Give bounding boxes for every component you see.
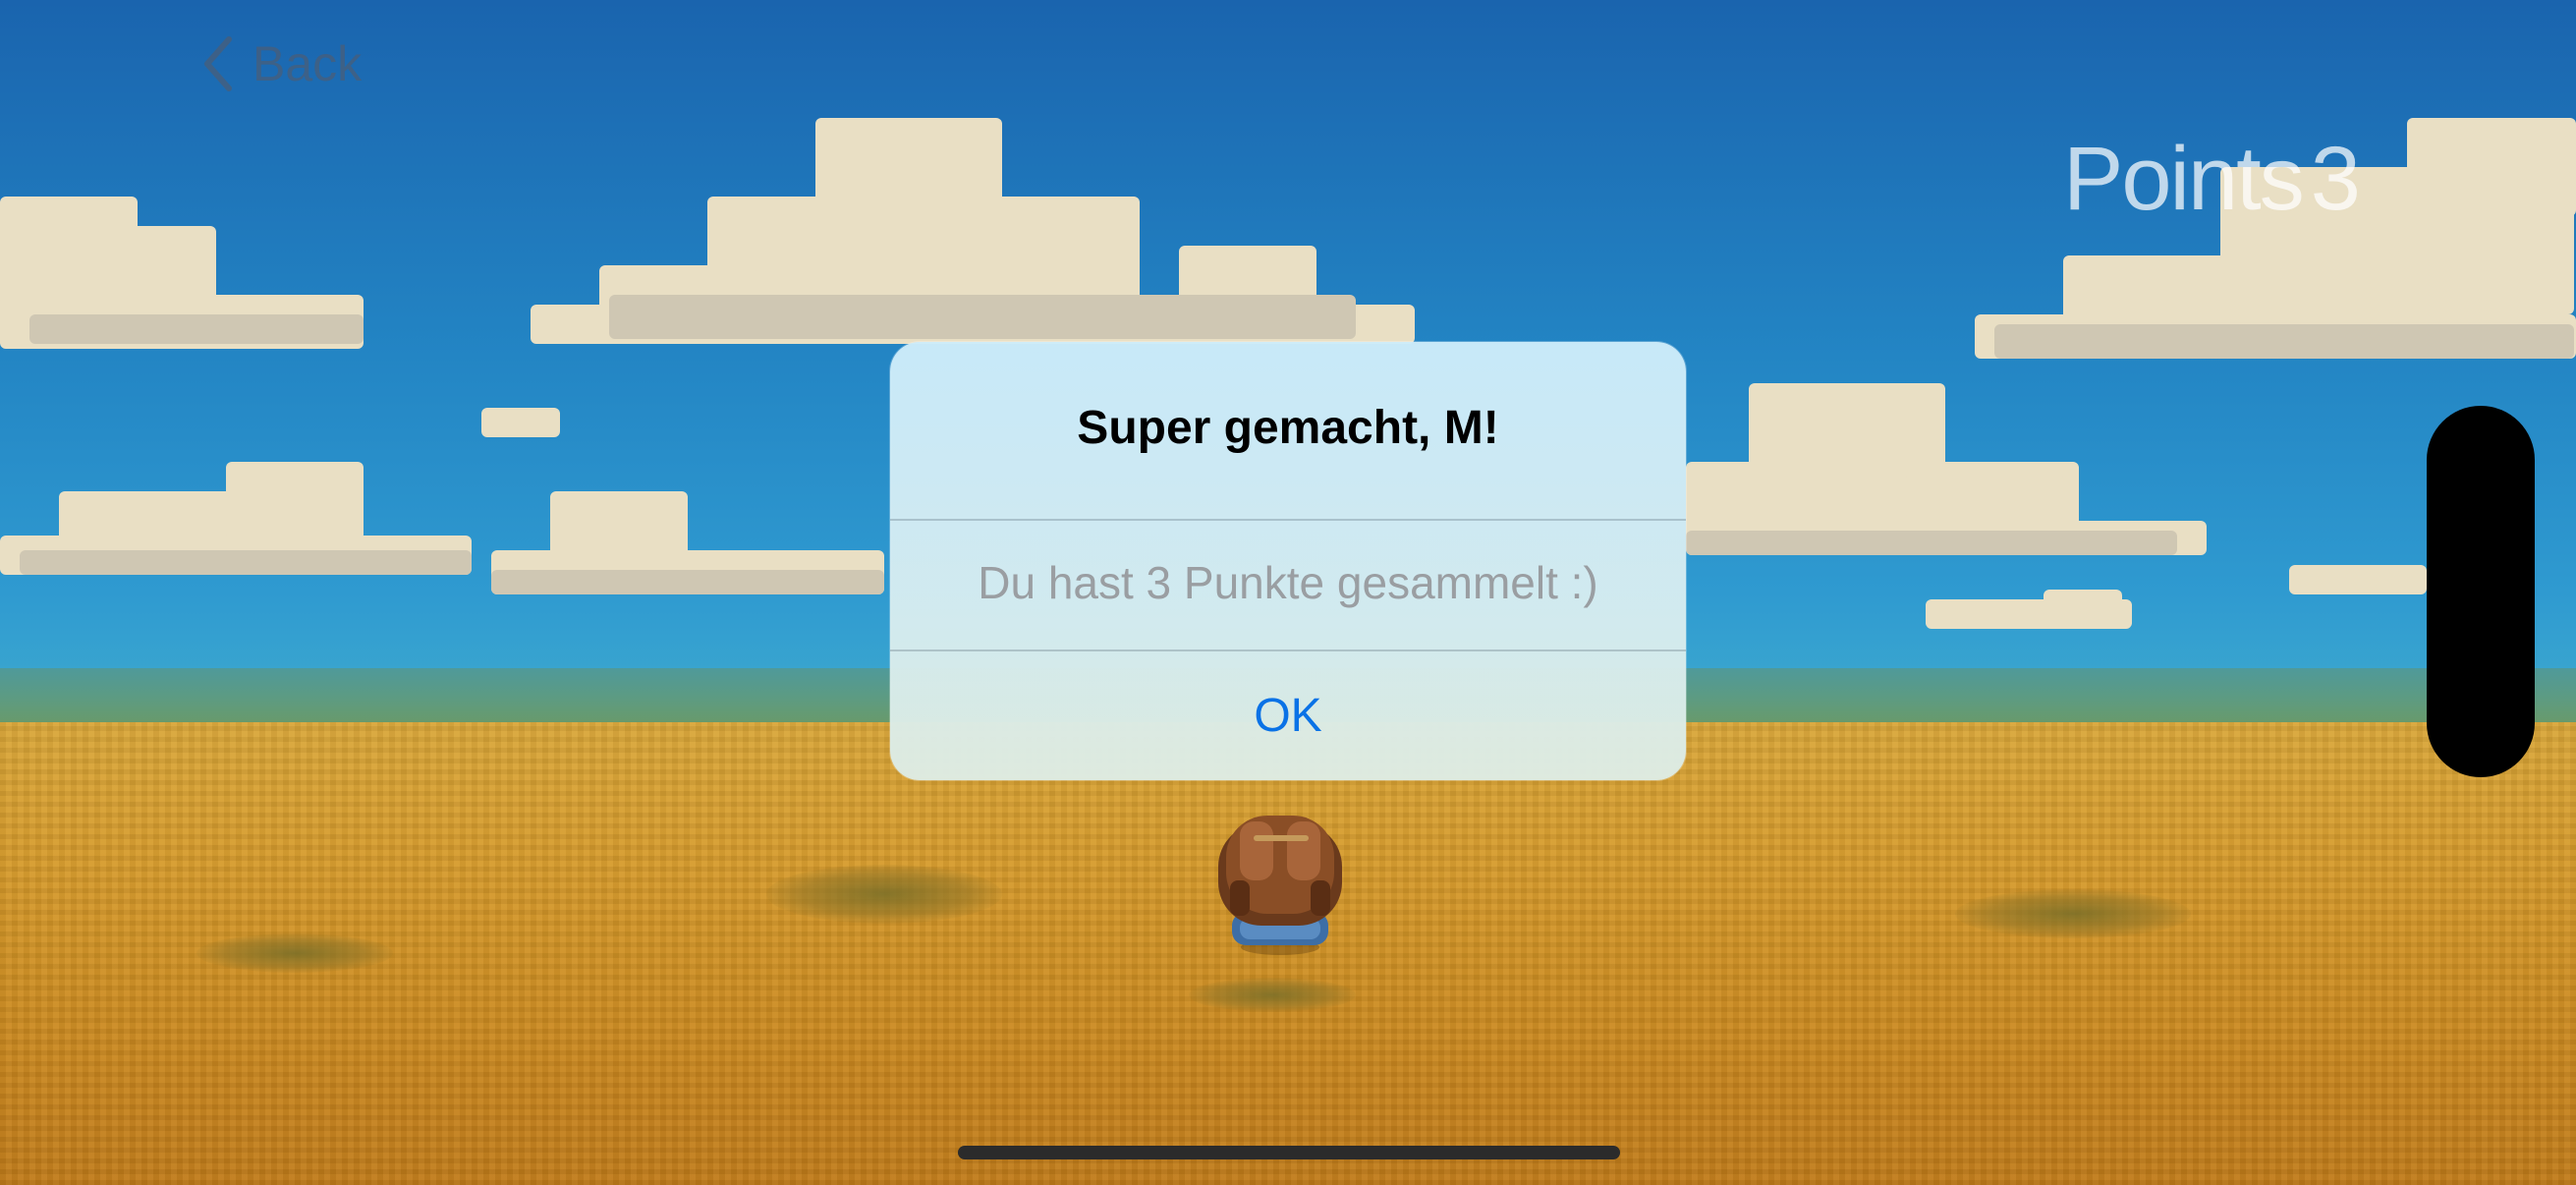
alert-dialog: Super gemacht, M! Du hast 3 Punkte gesam… bbox=[890, 342, 1686, 780]
back-button[interactable]: Back bbox=[201, 29, 362, 98]
points-counter: Points3 bbox=[2063, 128, 2361, 231]
bush bbox=[196, 933, 393, 973]
bush bbox=[766, 865, 1002, 924]
bush bbox=[1955, 889, 2191, 938]
bush bbox=[1189, 978, 1356, 1012]
back-label: Back bbox=[252, 36, 363, 91]
points-label: Points bbox=[2063, 129, 2305, 229]
points-value: 3 bbox=[2310, 129, 2361, 229]
home-indicator[interactable] bbox=[958, 1146, 1620, 1159]
player-character bbox=[1218, 816, 1342, 955]
ok-button[interactable]: OK bbox=[890, 650, 1686, 780]
game-scene: Back Points3 Super gemacht, M! Du hast 3… bbox=[0, 0, 2576, 1185]
side-control-pill[interactable] bbox=[2427, 406, 2535, 777]
chevron-left-icon bbox=[204, 36, 232, 91]
alert-title: Super gemacht, M! bbox=[1077, 402, 1499, 454]
alert-divider bbox=[890, 519, 1686, 521]
alert-message: Du hast 3 Punkte gesammelt :) bbox=[978, 557, 1598, 608]
